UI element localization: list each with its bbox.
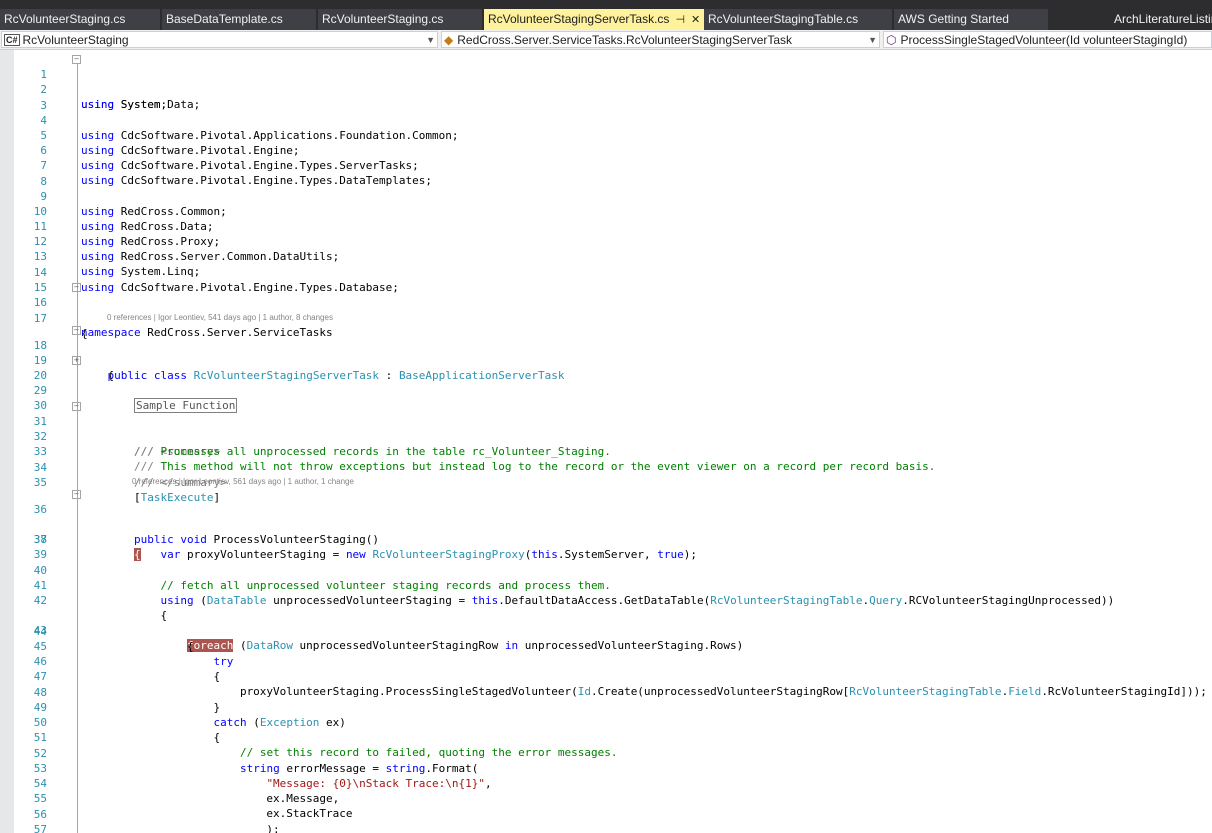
code-line: 5 using CdcSoftware.Pivotal.Engine; (14, 113, 1212, 157)
class-label: RedCross.Server.ServiceTasks.RcVolunteer… (457, 33, 793, 47)
close-icon[interactable]: ✕ (691, 10, 700, 30)
code-editor[interactable]: 1 − using System; 2 using System.Data; 3… (14, 50, 1212, 833)
code-line: 31 − /// <summary> (14, 399, 1212, 458)
code-line: 38 var proxyVolunteerStaging = new RcVol… (14, 517, 1212, 561)
code-line: 4 using CdcSoftware.Pivotal.Applications… (14, 98, 1212, 142)
dropdown-arrow-icon: ▼ (868, 35, 877, 45)
code-line: 47 proxyVolunteerStaging.ProcessSingleSt… (14, 654, 1212, 698)
code-line: 43 foreach (DataRow unprocessedVolunteer… (14, 593, 1212, 652)
tab-rcvolunteerstaging-2[interactable]: RcVolunteerStaging.cs (318, 9, 482, 30)
code-line: 48 } (14, 670, 1212, 714)
code-line: 56 ); (14, 792, 1212, 833)
code-line: 16 − namespace RedCross.Server.ServiceTa… (14, 280, 1212, 339)
class-icon: ◆ (444, 33, 454, 47)
code-line: 34 /// </summary> (14, 445, 1212, 489)
code-line: 32 /// Processes all unprocessed records… (14, 414, 1212, 458)
code-line: 7 using CdcSoftware.Pivotal.Engine.Types… (14, 143, 1212, 187)
code-line: 55 ex.StackTrace (14, 776, 1212, 820)
class-dropdown[interactable]: ◆ RedCross.Server.ServiceTasks.RcVoluntee… (441, 31, 880, 48)
code-line: 8 (14, 159, 1212, 188)
code-line: 52 string errorMessage = string.Format( (14, 731, 1212, 775)
project-dropdown[interactable]: C# RcVolunteerStaging ▼ (1, 31, 438, 48)
code-line: 54 ex.Message, (14, 761, 1212, 805)
method-icon: ⬡ (886, 33, 897, 47)
code-line: 12 using RedCross.Server.Common.DataUtil… (14, 219, 1212, 263)
indicator-margin[interactable] (0, 50, 14, 833)
code-line: 11 using RedCross.Proxy; (14, 204, 1212, 248)
code-line: 33 /// This method will not throw except… (14, 429, 1212, 473)
dropdown-arrow-icon: ▼ (426, 35, 435, 45)
code-line: 46 { (14, 639, 1212, 683)
tab-archliteraturelisting[interactable]: ArchLiteratureListin (1110, 9, 1212, 30)
code-line: 1 − using System; (14, 52, 1212, 111)
code-line: 45 try (14, 624, 1212, 668)
pin-icon[interactable]: ⊣ (675, 10, 685, 30)
code-line: 9 using RedCross.Common; (14, 174, 1212, 218)
csharp-project-icon: C# (4, 34, 20, 46)
collapse-icon[interactable]: − (72, 283, 81, 292)
code-line: 57 (14, 807, 1212, 833)
tab-rcvolunteerstagingtable[interactable]: RcVolunteerStagingTable.cs (704, 9, 892, 30)
code-line: 50 { (14, 700, 1212, 744)
document-tab-bar: RcVolunteerStaging.cs BaseDataTemplate.c… (0, 0, 1212, 30)
code-line: 14 using CdcSoftware.Pivotal.Engine.Type… (14, 250, 1212, 294)
code-line: 42 { (14, 578, 1212, 622)
code-line: 15 (14, 265, 1212, 294)
collapse-icon[interactable]: − (72, 490, 81, 499)
member-label: ProcessSingleStagedVolunteer(Id voluntee… (900, 33, 1188, 47)
collapse-icon[interactable]: − (72, 55, 81, 64)
tab-label: RcVolunteerStagingServerTask.cs (488, 12, 670, 26)
code-line: 3 (14, 83, 1212, 112)
code-line: 17 { (14, 296, 1212, 340)
code-line: 40 // fetch all unprocessed volunteer st… (14, 548, 1212, 592)
code-line: 30 (14, 383, 1212, 412)
code-line: 37 { (14, 502, 1212, 561)
navigation-bar: C# RcVolunteerStaging ▼ ◆ RedCross.Server.S… (0, 30, 1212, 50)
tab-rcvolunteerstaging-1[interactable]: RcVolunteerStaging.cs (0, 9, 160, 30)
tab-basedatatemplate[interactable]: BaseDataTemplate.cs (162, 9, 316, 30)
code-line: 44 { (14, 609, 1212, 653)
code-line: 49 catch (Exception ex) (14, 685, 1212, 729)
code-line: 53 "Message: {0}\nStack Trace:\n{1}", (14, 746, 1212, 790)
code-line: 36 − public void ProcessVolunteerStaging… (14, 487, 1212, 546)
code-line: 2 using System.Data; (14, 67, 1212, 111)
code-line: 41 using (DataTable unprocessedVolunteer… (14, 563, 1212, 607)
expand-icon[interactable]: + (72, 356, 81, 365)
code-line: 10 using RedCross.Data; (14, 189, 1212, 233)
tab-rcvolunteerstagingservertask[interactable]: RcVolunteerStagingServerTask.cs ⊣ ✕ (484, 9, 704, 30)
code-line: 18 − public class RcVolunteerStagingServ… (14, 323, 1212, 382)
code-line: 51 // set this record to failed, quoting… (14, 715, 1212, 759)
code-line: 39 (14, 532, 1212, 561)
code-line: 20 + Sample Function (14, 353, 1212, 413)
code-line: 29 (14, 368, 1212, 397)
code-line: 6 using CdcSoftware.Pivotal.Engine.Types… (14, 128, 1212, 172)
code-line: 35 [TaskExecute] (14, 460, 1212, 504)
code-line: 19 { (14, 338, 1212, 382)
tab-aws-getting-started[interactable]: AWS Getting Started (894, 9, 1048, 30)
code-line: 58 try (14, 822, 1212, 833)
code-line: 13 using System.Linq; (14, 234, 1212, 278)
collapse-icon[interactable]: − (72, 326, 81, 335)
collapse-icon[interactable]: − (72, 402, 81, 411)
member-dropdown[interactable]: ⬡ ProcessSingleStagedVolunteer(Id volunte… (883, 31, 1212, 48)
project-label: RcVolunteerStaging (22, 33, 129, 47)
